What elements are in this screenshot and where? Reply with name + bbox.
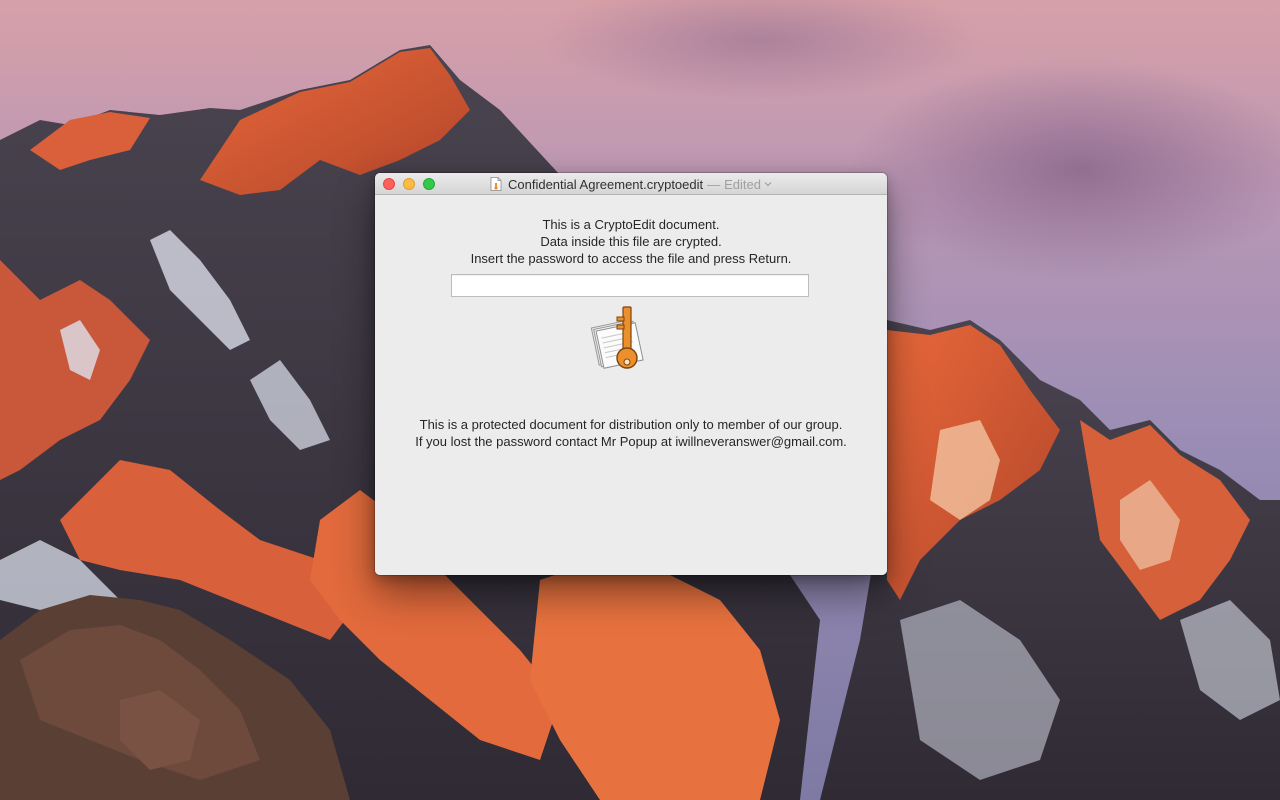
document-content: This is a CryptoEdit document. Data insi… [375,195,887,575]
document-window: Confidential Agreement.cryptoedit — Edit… [375,173,887,575]
edited-status[interactable]: Edited [724,177,761,192]
password-input[interactable] [451,274,809,297]
document-icon[interactable] [490,177,502,191]
distribution-notice: This is a protected document for distrib… [375,416,887,450]
notice-line-2: If you lost the password contact Mr Popu… [415,434,847,449]
prompt-line-2: Data inside this file are crypted. [540,234,722,249]
title-bar[interactable]: Confidential Agreement.cryptoedit — Edit… [375,173,887,195]
notice-line-1: This is a protected document for distrib… [419,417,843,432]
chevron-down-icon[interactable] [764,181,772,187]
prompt-line-1: This is a CryptoEdit document. [542,217,720,232]
title-separator: — [707,176,721,192]
document-key-icon [590,306,644,369]
password-prompt: This is a CryptoEdit document. Data insi… [375,216,887,267]
window-title[interactable]: Confidential Agreement.cryptoedit — Edit… [375,173,887,195]
window-title-text: Confidential Agreement.cryptoedit [508,176,704,192]
prompt-line-3: Insert the password to access the file a… [470,251,792,266]
